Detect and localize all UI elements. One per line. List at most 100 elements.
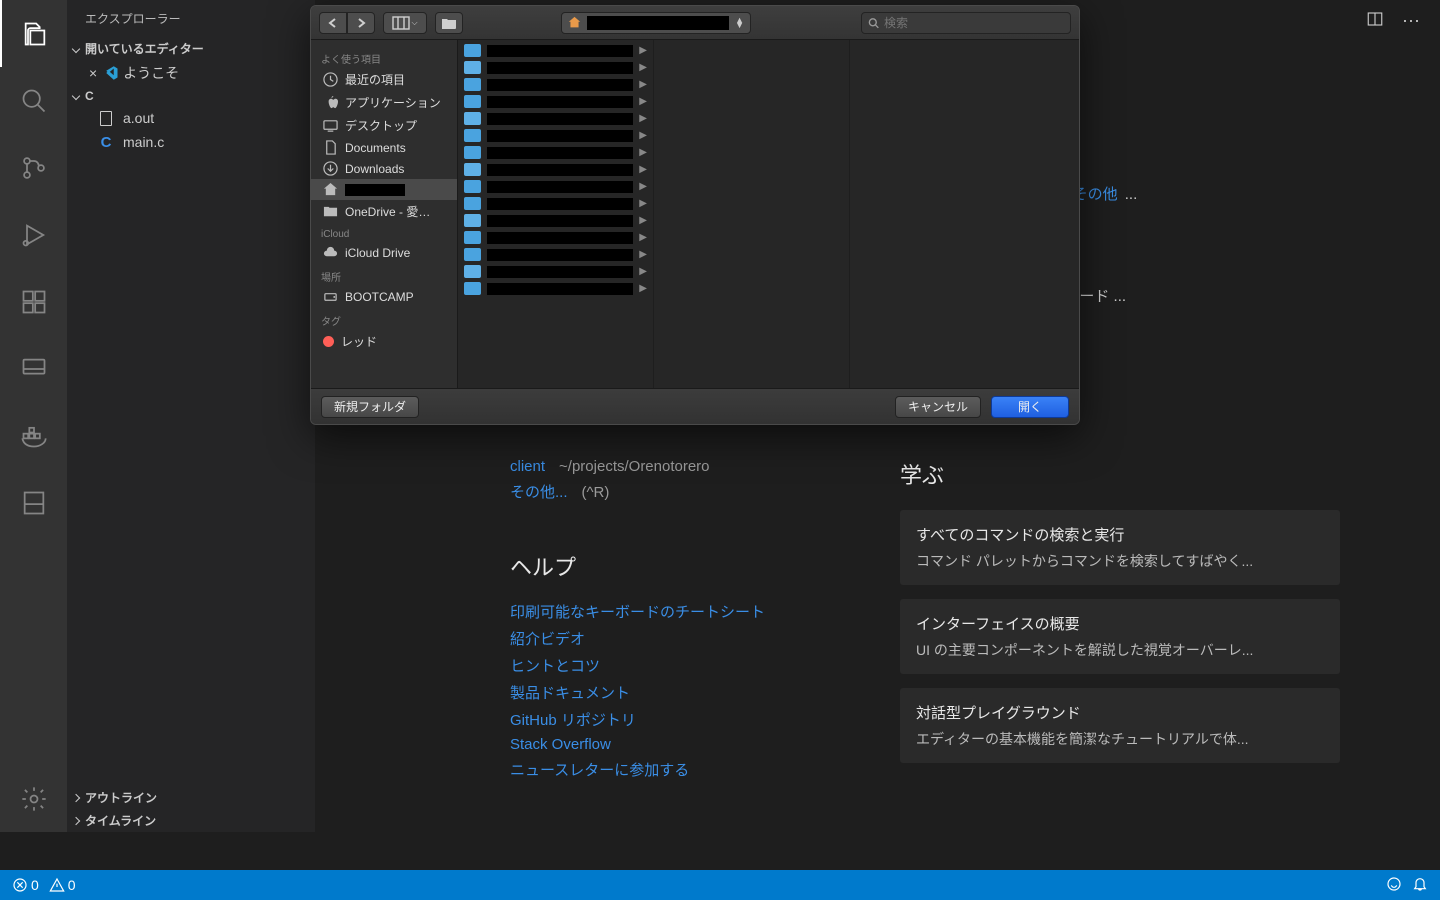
redacted-name xyxy=(487,198,633,210)
titlebar-actions: ··· xyxy=(1240,0,1440,40)
column-folder-item[interactable]: ▶ xyxy=(458,59,653,76)
chevron-right-icon: ▶ xyxy=(639,130,647,141)
redacted-path xyxy=(587,16,729,30)
clock-icon xyxy=(323,72,338,87)
folder-icon xyxy=(464,265,481,278)
redacted-name xyxy=(487,45,633,57)
debug-icon[interactable] xyxy=(0,201,67,268)
chevron-right-icon: ▶ xyxy=(639,147,647,158)
settings-icon[interactable] xyxy=(0,765,67,832)
folder-icon xyxy=(464,163,481,176)
folder-icon xyxy=(464,129,481,142)
file-open-dialog: ⌵ ▲▼ よく使う項目最近の項目アプリケーションデスクトップ DocumentsD… xyxy=(310,5,1080,425)
column-folder-item[interactable]: ▶ xyxy=(458,263,653,280)
finder-sidebar-item[interactable]: iCloud Drive xyxy=(311,242,457,263)
path-selector[interactable]: ▲▼ xyxy=(561,12,751,34)
finder-sidebar-header: よく使う項目 xyxy=(311,45,457,68)
finder-sidebar-item[interactable]: アプリケーション xyxy=(311,91,457,114)
dialog-toolbar: ⌵ ▲▼ xyxy=(311,6,1079,40)
column-folder-item[interactable]: ▶ xyxy=(458,93,653,110)
finder-sidebar-item[interactable]: BOOTCAMP xyxy=(311,286,457,307)
warnings-status[interactable]: 0 xyxy=(49,877,76,893)
folder-icon xyxy=(464,214,481,227)
extensions-icon[interactable] xyxy=(0,268,67,335)
chevron-right-icon: ▶ xyxy=(639,283,647,294)
finder-sidebar-item[interactable]: 最近の項目 xyxy=(311,68,457,91)
cloud-icon xyxy=(323,245,338,260)
redacted-name xyxy=(487,266,633,278)
folder-button[interactable] xyxy=(435,12,463,34)
learn-card[interactable]: 対話型プレイグラウンドエディターの基本機能を簡潔なチュートリアルで体... xyxy=(900,688,1340,763)
view-mode-button[interactable]: ⌵ xyxy=(383,12,427,34)
folder-icon xyxy=(464,44,481,57)
redacted-name xyxy=(487,249,633,261)
column-folder-item[interactable]: ▶ xyxy=(458,127,653,144)
column-folder-item[interactable]: ▶ xyxy=(458,161,653,178)
finder-sidebar-label: デスクトップ xyxy=(345,117,417,134)
folder-icon xyxy=(464,112,481,125)
column-folder-item[interactable]: ▶ xyxy=(458,212,653,229)
finder-sidebar-label: BOOTCAMP xyxy=(345,290,414,304)
column-folder-item[interactable]: ▶ xyxy=(458,178,653,195)
dialog-search[interactable] xyxy=(861,12,1071,34)
errors-status[interactable]: 0 xyxy=(12,877,39,893)
folder-icon xyxy=(464,231,481,244)
chevron-right-icon: ▶ xyxy=(639,164,647,175)
source-control-icon[interactable] xyxy=(0,134,67,201)
explorer-icon[interactable] xyxy=(0,0,67,67)
finder-sidebar-item[interactable] xyxy=(311,179,457,200)
finder-sidebar-item[interactable]: デスクトップ xyxy=(311,114,457,137)
split-editor-icon[interactable] xyxy=(1366,10,1384,31)
finder-sidebar-label: アプリケーション xyxy=(345,94,441,111)
chevron-right-icon: ▶ xyxy=(639,79,647,90)
remote-icon[interactable] xyxy=(0,335,67,402)
bell-icon[interactable] xyxy=(1412,876,1428,895)
finder-sidebar-label: レッド xyxy=(341,333,377,350)
feedback-icon[interactable] xyxy=(1386,876,1402,895)
column-folder-item[interactable]: ▶ xyxy=(458,42,653,59)
open-editors-header[interactable]: 開いているエディター xyxy=(67,37,315,60)
column-folder-item[interactable]: ▶ xyxy=(458,76,653,93)
finder-sidebar-item[interactable]: レッド xyxy=(311,330,457,353)
column-folder-item[interactable]: ▶ xyxy=(458,280,653,297)
column-view: ▶▶▶▶▶▶▶▶▶▶▶▶▶▶▶ xyxy=(458,40,1079,388)
cancel-button[interactable]: キャンセル xyxy=(895,396,981,418)
finder-sidebar-item[interactable]: OneDrive - 愛… xyxy=(311,200,457,223)
column-folder-item[interactable]: ▶ xyxy=(458,246,653,263)
open-button[interactable]: 開く xyxy=(991,396,1069,418)
docker-icon[interactable] xyxy=(0,402,67,469)
open-editor-item[interactable]: × ようこそ xyxy=(67,60,315,86)
chevron-right-icon: ▶ xyxy=(639,62,647,73)
folder-icon xyxy=(464,146,481,159)
redacted-name xyxy=(487,181,633,193)
finder-sidebar-item[interactable]: Documents xyxy=(311,137,457,158)
outline-header[interactable]: アウトライン xyxy=(67,786,315,809)
search-input[interactable] xyxy=(884,16,1064,30)
column-folder-item[interactable]: ▶ xyxy=(458,195,653,212)
nav-forward-button[interactable] xyxy=(347,12,375,34)
folder-header[interactable]: C xyxy=(67,86,315,106)
finder-sidebar-header: 場所 xyxy=(311,263,457,286)
file-item[interactable]: a.out xyxy=(67,106,315,130)
column-folder-item[interactable]: ▶ xyxy=(458,110,653,127)
home-icon xyxy=(323,182,338,197)
close-icon[interactable]: × xyxy=(89,65,97,81)
doc-icon xyxy=(323,140,338,155)
new-folder-button[interactable]: 新規フォルダ xyxy=(321,396,419,418)
file-item[interactable]: C main.c xyxy=(67,130,315,154)
search-icon[interactable] xyxy=(0,67,67,134)
column-folder-item[interactable]: ▶ xyxy=(458,144,653,161)
panel-icon[interactable] xyxy=(0,469,67,536)
finder-sidebar-header: タグ xyxy=(311,307,457,330)
nav-back-button[interactable] xyxy=(319,12,347,34)
learn-card[interactable]: すべてのコマンドの検索と実行コマンド パレットからコマンドを検索してすばやく..… xyxy=(900,510,1340,585)
more-icon[interactable]: ··· xyxy=(1402,10,1420,31)
folder-icon xyxy=(464,180,481,193)
redacted-name xyxy=(487,215,633,227)
column-folder-item[interactable]: ▶ xyxy=(458,229,653,246)
finder-sidebar-item[interactable]: Downloads xyxy=(311,158,457,179)
redacted-name xyxy=(487,113,633,125)
timeline-header[interactable]: タイムライン xyxy=(67,809,315,832)
chevron-right-icon: ▶ xyxy=(639,215,647,226)
learn-card[interactable]: インターフェイスの概要UI の主要コンポーネントを解説した視覚オーバーレ... xyxy=(900,599,1340,674)
